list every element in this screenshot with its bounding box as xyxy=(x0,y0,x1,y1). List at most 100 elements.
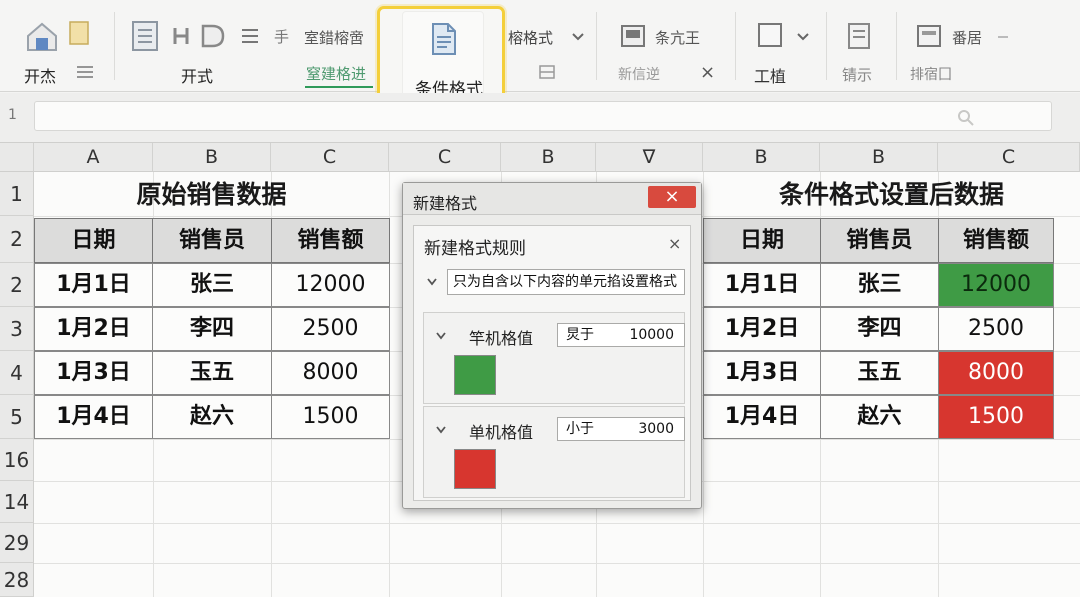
table-cell[interactable]: 张三 xyxy=(152,263,272,307)
highlighted-red-cell[interactable]: 8000 xyxy=(938,351,1054,395)
column-header[interactable]: C xyxy=(938,143,1080,172)
highlighted-red-cell[interactable]: 1500 xyxy=(938,395,1054,439)
rule-type-select[interactable]: 只为自含以下内容的单元掐设置格式 xyxy=(447,269,685,295)
rule-less-than: 单机格值 小于 3000 xyxy=(423,406,685,498)
table-cell[interactable]: 1月1日 xyxy=(703,263,821,307)
home-group-label: 开式 xyxy=(181,67,214,86)
rule-value[interactable]: 3000 xyxy=(638,418,674,440)
formula-row-label: 1 xyxy=(8,107,17,123)
conditional-format-button[interactable]: 条件格式 xyxy=(377,6,505,106)
new-style-label[interactable]: 新信逆 xyxy=(618,64,660,84)
table-cell[interactable]: 1月4日 xyxy=(703,395,821,439)
chevron-down-icon[interactable] xyxy=(426,277,438,287)
document-icon[interactable] xyxy=(131,20,161,52)
table-cell[interactable]: 玉五 xyxy=(152,351,272,395)
table-cell[interactable]: 2500 xyxy=(271,307,390,351)
display-label[interactable]: 锖示 xyxy=(842,64,872,85)
tools-label[interactable]: 工植 xyxy=(754,63,786,87)
row-header[interactable]: 2 xyxy=(0,216,34,263)
search-icon[interactable] xyxy=(957,109,975,127)
row-header[interactable]: 1 xyxy=(0,172,34,216)
align-icon[interactable] xyxy=(240,28,260,44)
table-cell[interactable]: 1月4日 xyxy=(34,395,153,439)
table-cell[interactable]: 2500 xyxy=(938,307,1054,351)
right-header-amount[interactable]: 销售额 xyxy=(938,218,1054,263)
close-style-button[interactable]: × xyxy=(700,62,715,83)
cell-style-icon[interactable] xyxy=(620,24,646,48)
new-format-dialog: 新建格式 × 新建格式规则 × 只为自含以下内容的单元掐设置格式 竿机格值 炅于… xyxy=(402,182,702,509)
right-header-salesperson[interactable]: 销售员 xyxy=(820,218,939,263)
left-table-title: 原始销售数据 xyxy=(136,180,287,209)
table-cell[interactable]: 李四 xyxy=(820,307,939,351)
table-cell[interactable]: 1月1日 xyxy=(34,263,153,307)
row-header[interactable]: 14 xyxy=(0,481,34,523)
bold-h-icon[interactable] xyxy=(172,26,192,46)
row-header[interactable]: 4 xyxy=(0,351,34,395)
row-header[interactable]: 28 xyxy=(0,563,34,597)
row-header[interactable]: 5 xyxy=(0,395,34,439)
table-cell[interactable]: 12000 xyxy=(271,263,390,307)
dialog-titlebar[interactable]: 新建格式 × xyxy=(403,183,701,215)
row-header[interactable]: 29 xyxy=(0,523,34,563)
shape-d-icon[interactable] xyxy=(200,24,226,48)
table-cell[interactable]: 1500 xyxy=(271,395,390,439)
table-cell[interactable]: 8000 xyxy=(271,351,390,395)
left-header-amount[interactable]: 销售额 xyxy=(271,218,390,263)
red-format-swatch[interactable] xyxy=(454,449,496,489)
corner-cell[interactable] xyxy=(0,143,34,172)
table-format-label[interactable]: 榕格式 xyxy=(508,27,553,48)
column-header[interactable]: C xyxy=(389,143,501,172)
tools-chevron-icon[interactable] xyxy=(796,32,810,42)
cell-style-label[interactable]: 条亢王 xyxy=(655,27,700,48)
row-header[interactable]: 3 xyxy=(0,307,34,351)
column-header[interactable]: A xyxy=(34,143,153,172)
row-header[interactable]: 2 xyxy=(0,263,34,307)
table-cell[interactable]: 赵六 xyxy=(820,395,939,439)
tools-icon[interactable] xyxy=(757,22,783,48)
ribbon: 开杰 手 开式 室錯榕啻 窒建格进 条件格式 榕格式 条亢王 新信逆 × 工植 … xyxy=(0,0,1080,106)
list-icon[interactable] xyxy=(75,64,95,80)
home-tab-label[interactable]: 开杰 xyxy=(24,63,56,87)
new-rule-top-label[interactable]: 室錯榕啻 xyxy=(304,27,364,48)
rule-condition-field[interactable]: 炅于 10000 xyxy=(557,323,685,347)
rule-operator[interactable]: 炅于 xyxy=(566,324,594,346)
column-header[interactable]: C xyxy=(271,143,389,172)
home-icon[interactable] xyxy=(24,16,94,52)
table-cell[interactable]: 1月3日 xyxy=(703,351,821,395)
font-glyph[interactable]: 手 xyxy=(274,26,289,47)
table-cell[interactable]: 1月3日 xyxy=(34,351,153,395)
table-cell[interactable]: 李四 xyxy=(152,307,272,351)
table-cell[interactable]: 玉五 xyxy=(820,351,939,395)
chevron-down-icon[interactable] xyxy=(435,425,447,435)
rule-operator[interactable]: 小于 xyxy=(566,418,594,440)
rule-panel-close-button[interactable]: × xyxy=(668,234,681,253)
column-header[interactable]: B xyxy=(820,143,938,172)
right-header-date[interactable]: 日期 xyxy=(703,218,821,263)
chevron-down-icon[interactable] xyxy=(571,32,585,42)
display-icon[interactable] xyxy=(846,22,872,50)
rule-condition-field[interactable]: 小于 3000 xyxy=(557,417,685,441)
table-cell[interactable]: 赵六 xyxy=(152,395,272,439)
formula-input[interactable] xyxy=(34,101,1052,131)
extra-label[interactable]: 番居 xyxy=(952,27,982,48)
dialog-title: 新建格式 xyxy=(413,194,478,213)
table-cell[interactable]: 1月2日 xyxy=(703,307,821,351)
layout-label[interactable]: 排宿囗 xyxy=(910,64,952,84)
left-header-salesperson[interactable]: 销售员 xyxy=(152,218,272,263)
new-rule-label[interactable]: 窒建格进 xyxy=(306,63,366,84)
small-grid-icon[interactable] xyxy=(538,64,556,80)
left-header-date[interactable]: 日期 xyxy=(34,218,153,263)
dialog-close-button[interactable]: × xyxy=(648,186,696,208)
green-format-swatch[interactable] xyxy=(454,355,496,395)
column-header[interactable]: B xyxy=(703,143,820,172)
extra-icon[interactable] xyxy=(916,24,942,48)
column-header[interactable]: ∇ xyxy=(596,143,703,172)
column-header[interactable]: B xyxy=(153,143,271,172)
rule-value[interactable]: 10000 xyxy=(629,324,674,346)
highlighted-green-cell[interactable]: 12000 xyxy=(938,263,1054,307)
table-cell[interactable]: 张三 xyxy=(820,263,939,307)
row-header[interactable]: 16 xyxy=(0,439,34,481)
column-header[interactable]: B xyxy=(501,143,596,172)
chevron-down-icon[interactable] xyxy=(435,331,447,341)
table-cell[interactable]: 1月2日 xyxy=(34,307,153,351)
